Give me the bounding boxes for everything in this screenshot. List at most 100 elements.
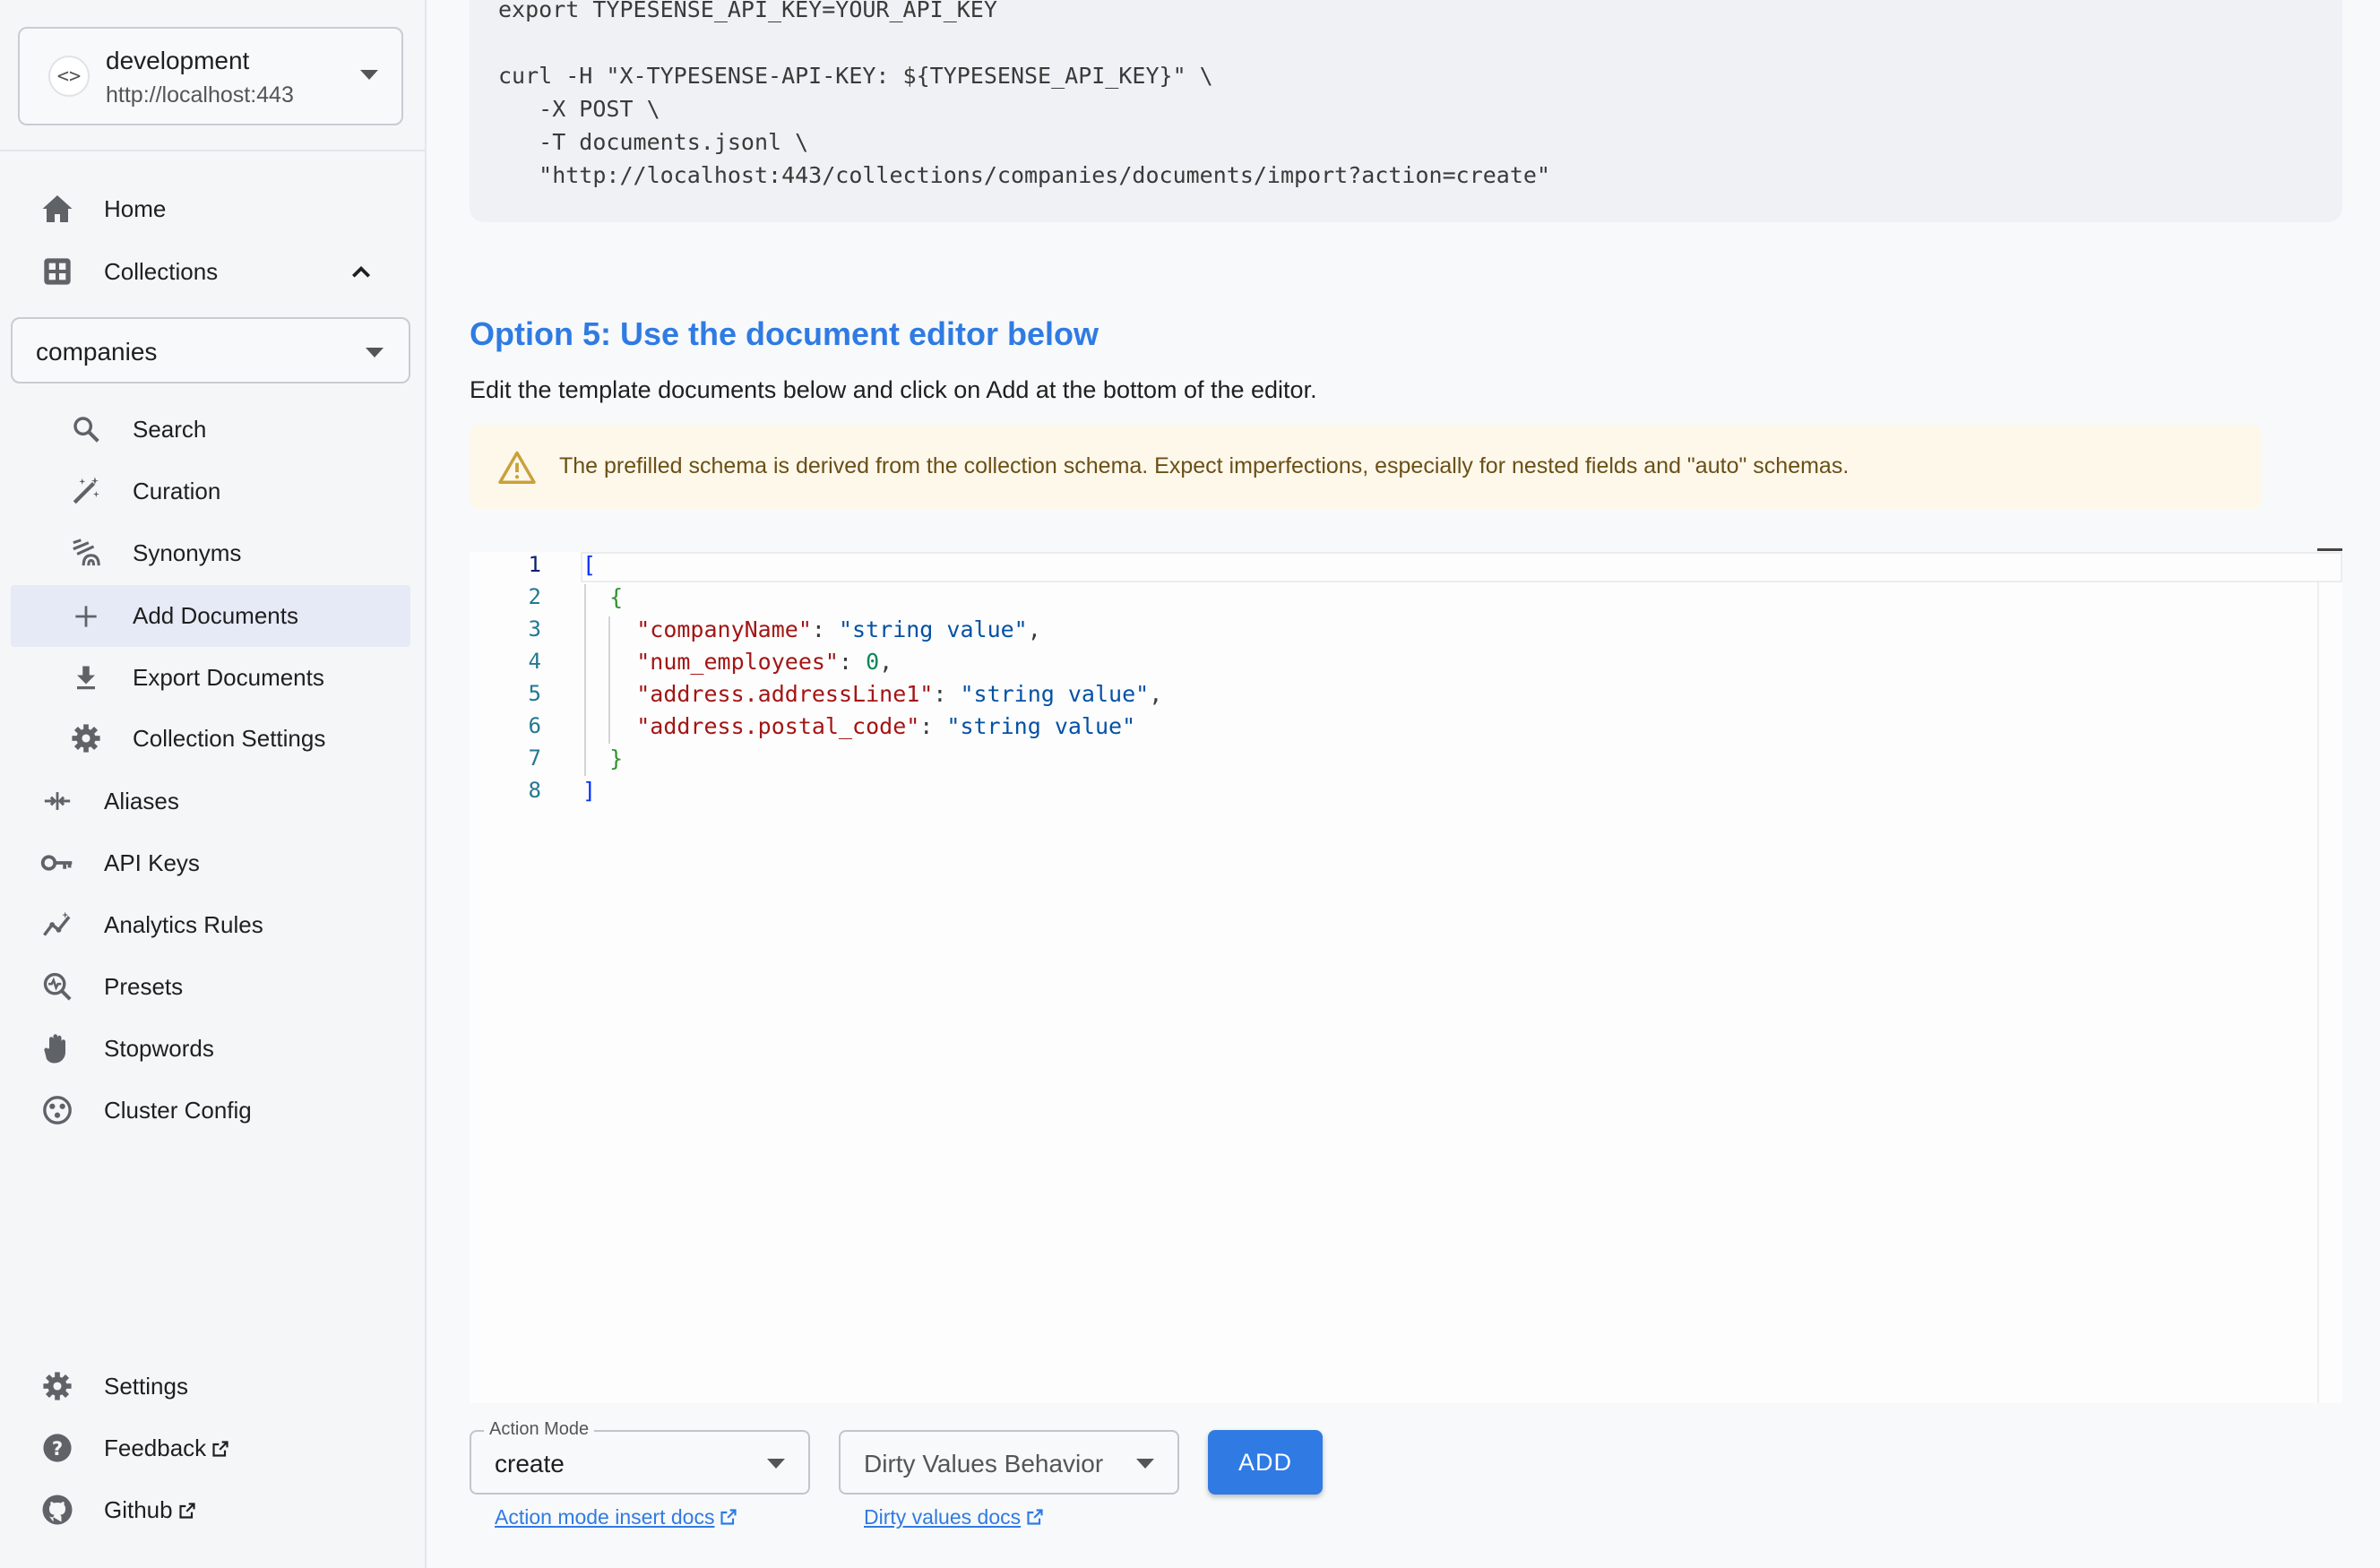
sidebar: <> development http://localhost:443 Home… [0,0,427,1568]
option5-title: Option 5: Use the document editor below [470,315,1099,352]
chevron-up-icon[interactable] [349,261,373,284]
curl-code-block[interactable]: export TYPESENSE_API_KEY=YOUR_API_KEY cu… [470,0,2342,222]
nav-export-documents-label: Export Documents [133,663,324,691]
nav-curation-label: Curation [133,477,221,504]
nav-aliases-label: Aliases [104,787,179,814]
nav-home[interactable]: Home [0,180,425,237]
line-number: 3 [528,616,541,642]
line-number: 8 [528,778,541,803]
aliases-icon [39,783,75,819]
nav-curation[interactable]: Curation [0,462,425,520]
action-mode-label: Action Mode [484,1419,595,1440]
add-button[interactable]: ADD [1208,1430,1323,1495]
dirty-values-select[interactable]: Dirty Values Behavior [839,1430,1179,1495]
nav-analytics-rules-label: Analytics Rules [104,910,263,938]
collection-select[interactable]: companies [11,317,410,383]
external-link-icon [212,1440,229,1457]
nav-api-keys-label: API Keys [104,849,200,876]
nav-search-label: Search [133,415,207,443]
curl-code: export TYPESENSE_API_KEY=YOUR_API_KEY cu… [498,0,1550,188]
nav-add-documents[interactable]: Add Documents [11,585,410,647]
dropdown-arrow-icon [366,348,384,358]
dropdown-arrow-icon [360,70,378,80]
code-line: [ [582,552,597,578]
server-selector[interactable]: <> development http://localhost:443 [18,27,403,125]
nav-collections[interactable]: Collections [0,243,425,300]
key-icon [39,845,75,881]
nav-search[interactable]: Search [0,401,425,458]
nav-feedback[interactable]: ? Feedback [0,1419,425,1477]
nav-export-documents[interactable]: Export Documents [0,649,425,706]
help-circle-icon: ? [39,1430,75,1466]
dirty-values-docs-link[interactable]: Dirty values docs [864,1505,1044,1529]
action-mode-select[interactable]: Action Mode create [470,1419,810,1495]
line-number: 6 [528,713,541,738]
line-number: 1 [528,552,541,577]
home-icon [39,191,75,227]
code-line: "address.postal_code": "string value" [636,713,1136,739]
code-line: "address.addressLine1": "string value", [636,681,1163,707]
collection-select-value: companies [36,338,158,366]
line-number: 2 [528,584,541,609]
action-mode-value: create [495,1450,565,1478]
nav-feedback-label: Feedback [104,1434,229,1462]
editor-minimap-indicator [2317,548,2342,551]
nav-cluster-config[interactable]: Cluster Config [0,1081,425,1139]
presets-search-icon [39,969,75,1004]
code-line: ] [582,778,597,804]
schema-warning-alert: The prefilled schema is derived from the… [470,425,2262,509]
nav-synonyms-label: Synonyms [133,538,242,566]
nav-presets-label: Presets [104,972,184,1000]
external-link-icon [179,1502,195,1519]
synonyms-icon [68,535,104,571]
analytics-icon [39,907,75,943]
nav-stopwords[interactable]: Stopwords [0,1020,425,1077]
external-link-icon [720,1509,737,1525]
nav-collections-label: Collections [104,257,219,285]
nav-settings-label: Settings [104,1372,188,1400]
nav-api-keys[interactable]: API Keys [0,834,425,892]
server-url: http://localhost:443 [106,82,294,108]
cluster-icon [39,1092,75,1128]
nav-synonyms[interactable]: Synonyms [0,524,425,582]
code-line: "companyName": "string value", [636,616,1041,642]
collections-grid-icon [39,254,75,289]
action-mode-docs-link[interactable]: Action mode insert docs [495,1505,737,1529]
gear-icon [39,1368,75,1404]
sidebar-divider [0,150,425,151]
nav-aliases[interactable]: Aliases [0,772,425,830]
dropdown-arrow-icon [1136,1459,1154,1469]
code-icon: <> [48,56,90,97]
line-number-gutter: 1 2 3 4 5 6 7 8 [470,552,577,1403]
nav-analytics-rules[interactable]: Analytics Rules [0,896,425,953]
nav-add-documents-label: Add Documents [133,602,298,629]
main-content: export TYPESENSE_API_KEY=YOUR_API_KEY cu… [427,0,2380,1568]
hand-stop-icon [39,1030,75,1066]
nav-settings[interactable]: Settings [0,1357,425,1415]
nav-cluster-config-label: Cluster Config [104,1096,252,1124]
document-editor[interactable]: 1 2 3 4 5 6 7 8 [ { "companyName": "stri… [470,552,2342,1403]
warning-icon [498,451,536,484]
nav-presets[interactable]: Presets [0,958,425,1015]
code-line: } [609,745,624,771]
code-line: "num_employees": 0, [636,649,893,675]
line-number: 5 [528,681,541,706]
option5-description: Edit the template documents below and cl… [470,376,1317,403]
server-name: development [106,47,250,74]
line-number: 7 [528,745,541,771]
code-line: { [609,584,624,610]
svg-text:?: ? [52,1438,63,1460]
magic-wand-icon [68,473,104,509]
dropdown-arrow-icon [767,1459,785,1469]
schema-warning-text: The prefilled schema is derived from the… [559,453,1850,478]
gear-icon [68,720,104,756]
nav-github-label: Github [104,1496,196,1524]
nav-collection-settings[interactable]: Collection Settings [0,710,425,767]
dirty-values-placeholder: Dirty Values Behavior [864,1450,1104,1478]
plus-icon [68,599,104,634]
nav-home-label: Home [104,194,167,222]
current-line-highlight [581,552,2342,582]
download-icon [68,659,104,695]
nav-github[interactable]: Github [0,1481,425,1538]
editor-scrollbar[interactable] [2317,582,2319,1403]
